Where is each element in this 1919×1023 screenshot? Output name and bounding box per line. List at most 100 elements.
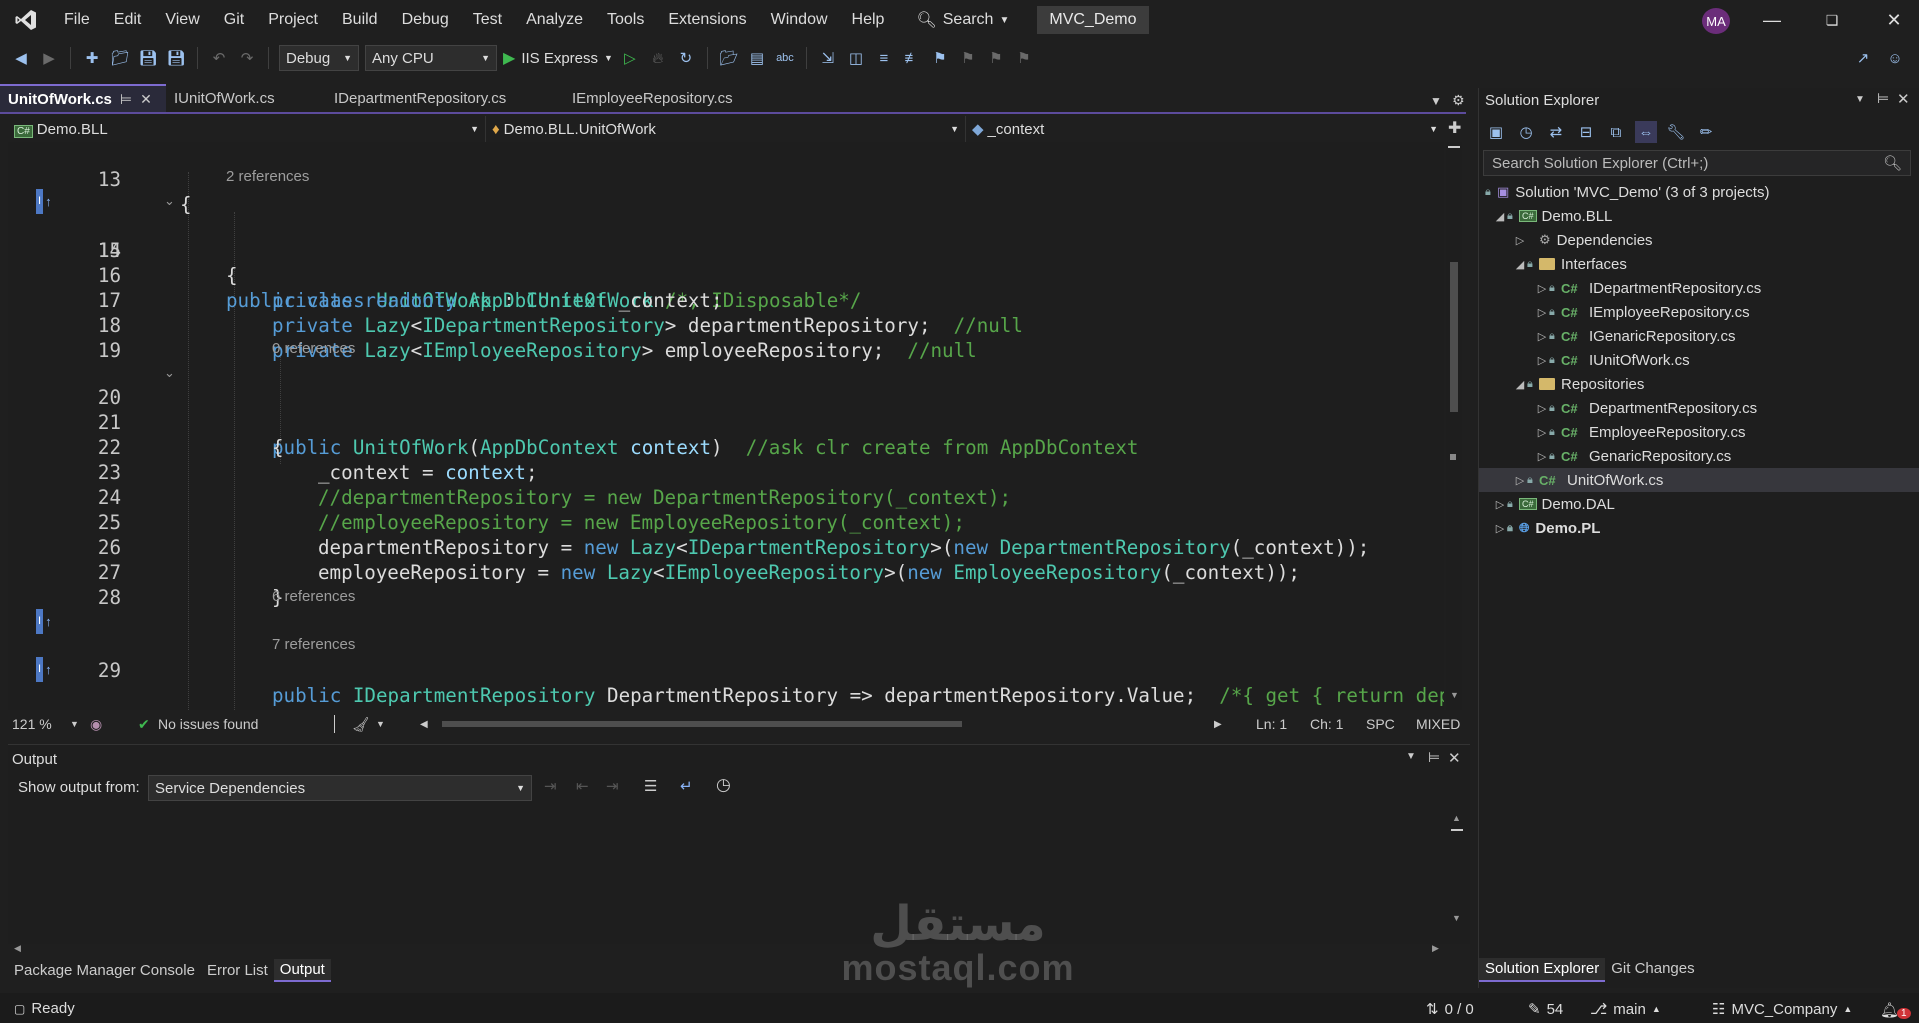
menu-test[interactable]: Test — [461, 0, 514, 40]
menu-view[interactable]: View — [153, 0, 211, 40]
platform-select[interactable]: Any CPU ▼ — [365, 45, 497, 71]
user-avatar[interactable]: MA — [1702, 8, 1730, 34]
tree-item-demo-bll[interactable]: ◢ 🔒︎ C# Demo.BLL — [1479, 204, 1919, 228]
tree-item-genaricrepository[interactable]: ▷ 🔒︎ C# GenaricRepository.cs — [1479, 444, 1919, 468]
refresh-icon[interactable]: ↻ — [675, 47, 697, 69]
menu-extensions[interactable]: Extensions — [656, 0, 758, 40]
layout-icon[interactable]: ▤ — [746, 47, 768, 69]
search-button[interactable]: 🔍︎ Search ▼ — [906, 10, 1019, 30]
navigate-forward-icon[interactable]: ▶ — [38, 47, 60, 69]
collapsed-chevron-icon[interactable]: ▷ — [1535, 330, 1549, 343]
spell-check-icon[interactable]: abc — [774, 47, 796, 69]
split-editor-icon[interactable]: ✚ — [1448, 118, 1461, 138]
live-share-icon[interactable]: ↗ — [1852, 47, 1874, 69]
clear-bookmarks-icon[interactable]: ⚑ — [1013, 47, 1035, 69]
clock-icon[interactable]: ◷ — [716, 775, 731, 795]
chevron-down-icon[interactable]: ▼ — [70, 719, 79, 729]
member-dropdown[interactable]: ◆ _context ▼ — [966, 116, 1444, 142]
tree-item-igenaricrepository[interactable]: ▷ 🔒︎ C# IGenaricRepository.cs — [1479, 324, 1919, 348]
configuration-select[interactable]: Debug ▼ — [279, 45, 359, 71]
hot-reload-icon[interactable]: 🔥︎ — [647, 47, 669, 69]
zoom-level[interactable]: 121 % — [12, 716, 52, 732]
preview-icon[interactable]: ✏ — [1695, 121, 1717, 143]
close-icon[interactable]: ✕ — [140, 91, 152, 108]
undo-icon[interactable]: ↶ — [208, 47, 230, 69]
line-endings[interactable]: MIXED — [1416, 716, 1460, 732]
collapsed-chevron-icon[interactable]: ▷ — [1535, 450, 1549, 463]
next-bookmark-icon[interactable]: ⚑ — [985, 47, 1007, 69]
step-into-icon[interactable]: ⇲ — [817, 47, 839, 69]
codelens-references[interactable]: 0 references — [272, 340, 355, 360]
scroll-right-icon[interactable]: ▶ — [1214, 719, 1222, 730]
scroll-left-icon[interactable]: ◀ — [420, 719, 428, 730]
save-all-icon[interactable]: 💾︎ — [165, 47, 187, 69]
browse-folder-icon[interactable]: 📂︎ — [718, 47, 740, 69]
pin-icon[interactable]: ⊨ — [120, 91, 132, 108]
switch-views-icon[interactable]: ▣ — [1485, 121, 1507, 143]
scroll-left-icon[interactable]: ◀ — [14, 943, 21, 954]
issues-status[interactable]: No issues found — [158, 716, 258, 732]
pin-icon[interactable]: ⊨ — [1428, 749, 1440, 766]
tree-item-interfaces[interactable]: ◢ 🔒︎ Interfaces — [1479, 252, 1919, 276]
collapse-chevron-icon[interactable]: ⌄ — [164, 360, 175, 385]
codelens-references[interactable]: 7 references — [272, 636, 355, 656]
git-branch-status[interactable]: ⎇ main ▲ — [1590, 1000, 1661, 1019]
implements-interface-icon[interactable]: I ↑ — [36, 608, 58, 634]
collapse-all-icon[interactable]: ⊟ — [1575, 121, 1597, 143]
expanded-chevron-icon[interactable]: ◢ — [1493, 210, 1507, 223]
next-message-icon[interactable]: ⇥ — [606, 777, 619, 795]
tree-item-iunitofwork[interactable]: ▷ 🔒︎ C# IUnitOfWork.cs — [1479, 348, 1919, 372]
menu-debug[interactable]: Debug — [390, 0, 461, 40]
codelens-references[interactable]: 6 references — [272, 588, 355, 608]
editor-horizontal-scrollbar[interactable] — [428, 721, 1228, 727]
tab-git-changes[interactable]: Git Changes — [1605, 958, 1700, 982]
open-folder-icon[interactable]: 📁︎ — [109, 47, 131, 69]
collapsed-chevron-icon[interactable]: ▷ — [1535, 354, 1549, 367]
minimize-button[interactable]: — — [1752, 6, 1792, 34]
whitespace-mode[interactable]: SPC — [1366, 716, 1395, 732]
indent-icon[interactable]: ≡ — [873, 47, 895, 69]
tab-iunitofwork[interactable]: IUnitOfWork.cs — [166, 84, 326, 112]
sync-active-document-icon[interactable]: ⇔ — [1635, 121, 1657, 143]
solution-explorer-search[interactable]: Search Solution Explorer (Ctrl+;) 🔍︎ — [1483, 150, 1911, 176]
previous-message-icon[interactable]: ⇤ — [576, 777, 589, 795]
menu-file[interactable]: File — [52, 0, 102, 40]
menu-analyze[interactable]: Analyze — [514, 0, 595, 40]
tree-item-solution[interactable]: 🔒︎ ▣ Solution 'MVC_Demo' (3 of 3 project… — [1479, 180, 1919, 204]
code-cleanup-icon[interactable]: 🧹︎ — [352, 716, 370, 733]
tree-item-iemployeerepository[interactable]: ▷ 🔒︎ C# IEmployeeRepository.cs — [1479, 300, 1919, 324]
tree-item-dependencies[interactable]: ▷ ⚙ Dependencies — [1479, 228, 1919, 252]
start-without-debugging-icon[interactable]: ▷ — [619, 47, 641, 69]
menu-tools[interactable]: Tools — [595, 0, 656, 40]
line-position[interactable]: Ln: 1 — [1256, 716, 1287, 732]
tree-item-departmentrepository[interactable]: ▷ 🔒︎ C# DepartmentRepository.cs — [1479, 396, 1919, 420]
close-icon[interactable]: ✕ — [1448, 749, 1461, 767]
menu-edit[interactable]: Edit — [102, 0, 154, 40]
tree-item-repositories[interactable]: ◢ 🔒︎ Repositories — [1479, 372, 1919, 396]
tree-item-employeerepository[interactable]: ▷ 🔒︎ C# EmployeeRepository.cs — [1479, 420, 1919, 444]
tree-item-demo-dal[interactable]: ▷ 🔒︎ C# Demo.DAL — [1479, 492, 1919, 516]
collapsed-chevron-icon[interactable]: ▷ — [1513, 474, 1527, 487]
menu-git[interactable]: Git — [212, 0, 256, 40]
tab-solution-explorer[interactable]: Solution Explorer — [1479, 958, 1606, 982]
show-all-files-icon[interactable]: ⧉ — [1605, 121, 1627, 143]
collapsed-chevron-icon[interactable]: ▷ — [1513, 234, 1527, 247]
tab-idepartmentrepository[interactable]: IDepartmentRepository.cs — [326, 84, 564, 112]
scrollbar-thumb[interactable] — [1450, 262, 1458, 412]
tab-package-manager-console[interactable]: Package Manager Console — [8, 960, 201, 981]
tree-item-idepartmentrepository[interactable]: ▷ 🔒︎ C# IDepartmentRepository.cs — [1479, 276, 1919, 300]
scroll-up-icon[interactable]: ▲ — [1452, 813, 1461, 823]
collapsed-chevron-icon[interactable]: ▷ — [1535, 306, 1549, 319]
chevron-down-icon[interactable]: ▼ — [376, 719, 385, 729]
pin-icon[interactable]: ⊨ — [1877, 90, 1889, 107]
word-wrap-icon[interactable]: ↵ — [680, 777, 693, 795]
redo-icon[interactable]: ↷ — [236, 47, 258, 69]
restore-button[interactable]: ❏ — [1812, 6, 1852, 34]
output-vertical-scrollbar[interactable]: ▲ ▼ — [1450, 813, 1464, 933]
close-icon[interactable]: ✕ — [1897, 90, 1910, 108]
implements-interface-icon[interactable]: I ↑ — [36, 188, 58, 214]
scroll-right-icon[interactable]: ▶ — [1432, 943, 1439, 954]
panel-options-chevron-icon[interactable]: ▼ — [1406, 751, 1416, 762]
panel-options-chevron-icon[interactable]: ▼ — [1855, 94, 1865, 105]
collapsed-chevron-icon[interactable]: ▷ — [1535, 402, 1549, 415]
